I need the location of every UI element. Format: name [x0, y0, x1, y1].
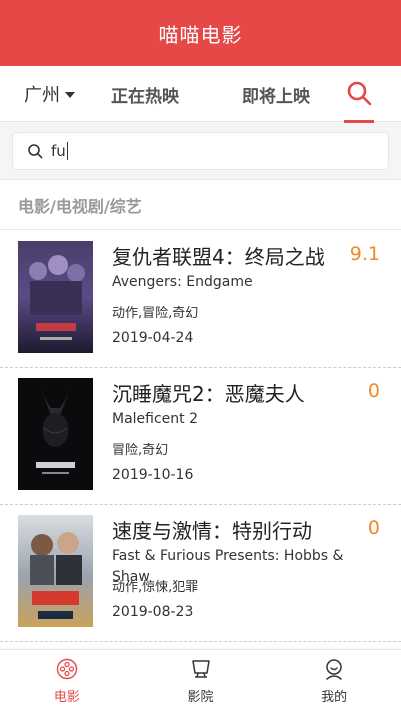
- tab-movie-label: 电影: [53, 690, 80, 705]
- film-reel-icon: [56, 658, 78, 680]
- city-selector[interactable]: 广州: [24, 81, 75, 107]
- movie-poster: [18, 378, 93, 490]
- movie-genre: 冒险,奇幻: [112, 443, 169, 458]
- list-item[interactable]: 速度与激情：特别行动 0 Fast & Furious Presents: Ho…: [0, 505, 401, 642]
- movie-poster: [18, 241, 93, 353]
- movie-english-name: Fast & Furious Presents: Hobbs &: [112, 548, 344, 564]
- search-icon: [28, 144, 43, 159]
- text-cursor: [66, 142, 68, 160]
- tab-cinema[interactable]: 影院: [134, 650, 268, 714]
- user-profile-icon: [326, 659, 342, 680]
- movie-release-date: 2019-08-23: [112, 604, 194, 620]
- search-input[interactable]: fu: [12, 132, 389, 170]
- search-input-value: fu: [51, 142, 68, 160]
- top-nav: 广州 正在热映 即将上映: [0, 66, 401, 123]
- movie-release-date: 2019-04-24: [112, 330, 194, 346]
- tab-mine[interactable]: 我的: [267, 650, 401, 714]
- section-title: 电影/电视剧/综艺: [0, 180, 401, 230]
- movie-poster: [18, 515, 93, 627]
- search-bar: fu: [0, 122, 401, 180]
- cinema-screen-icon: [191, 660, 210, 678]
- search-tab[interactable]: [344, 79, 374, 123]
- app-header: 喵喵电影: [0, 0, 401, 66]
- movie-english-name: Avengers: Endgame: [112, 274, 253, 290]
- movie-list: 复仇者联盟4：终局之战 9.1 Avengers: Endgame 动作,冒险,…: [0, 231, 401, 642]
- list-item[interactable]: 复仇者联盟4：终局之战 9.1 Avengers: Endgame 动作,冒险,…: [0, 231, 401, 368]
- movie-score: 0: [367, 380, 380, 402]
- movie-title: 速度与激情：特别行动: [112, 519, 312, 543]
- search-icon: [347, 81, 372, 106]
- bottom-tab-bar: 电影 影院 我的: [0, 649, 401, 714]
- movie-score: 0: [367, 517, 380, 539]
- movie-release-date: 2019-10-16: [112, 467, 194, 483]
- movie-genre: 动作,冒险,奇幻: [112, 306, 199, 321]
- movie-genre: 动作,惊悚,犯罪: [112, 580, 199, 595]
- tab-coming-soon[interactable]: 即将上映: [242, 82, 310, 107]
- city-label: 广州: [24, 84, 60, 106]
- tab-now-playing[interactable]: 正在热映: [111, 82, 179, 107]
- tab-cinema-label: 影院: [187, 690, 214, 705]
- movie-title: 沉睡魔咒2：恶魔夫人: [112, 382, 305, 406]
- tab-movie[interactable]: 电影: [0, 650, 134, 714]
- caret-down-icon: [65, 91, 75, 98]
- active-tab-indicator: [344, 120, 374, 123]
- movie-title: 复仇者联盟4：终局之战: [112, 245, 325, 269]
- tab-mine-label: 我的: [321, 690, 348, 705]
- movie-score: 9.1: [349, 243, 380, 265]
- app-title: 喵喵电影: [158, 22, 243, 47]
- list-item[interactable]: 沉睡魔咒2：恶魔夫人 0 Maleficent 2 冒险,奇幻 2019-10-…: [0, 368, 401, 505]
- movie-english-name: Maleficent 2: [112, 411, 199, 427]
